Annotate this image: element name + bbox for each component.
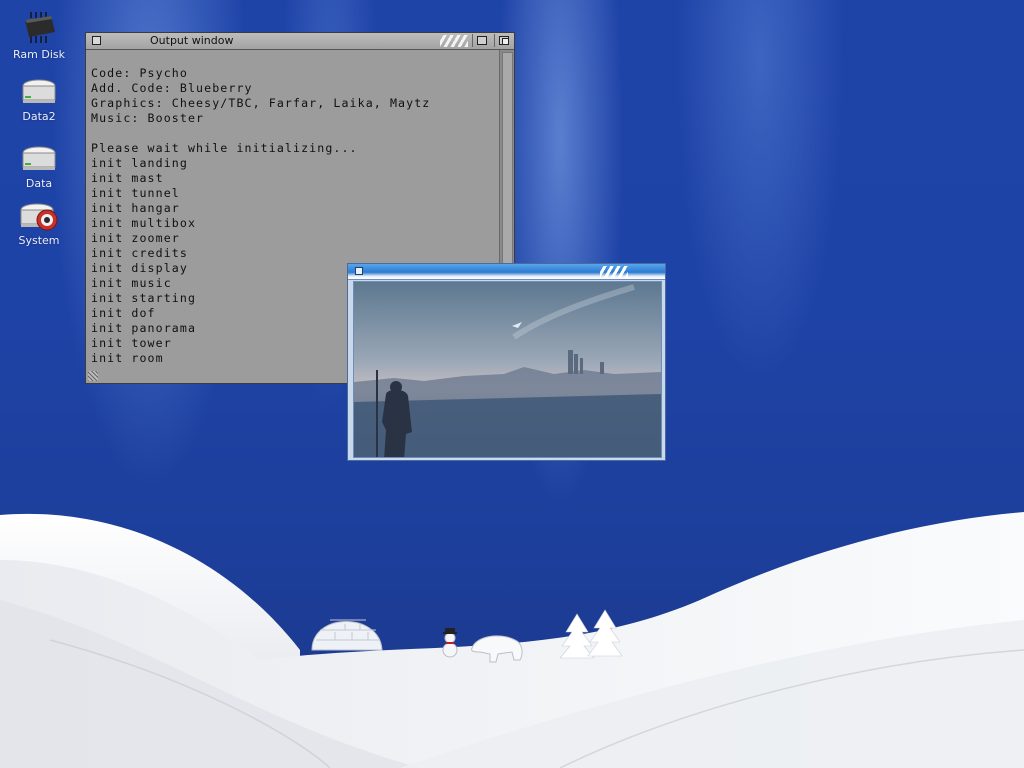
titlebar-drag-stripes bbox=[600, 266, 628, 278]
console-line: Music: Booster bbox=[91, 111, 205, 125]
console-line: Please wait while initializing... bbox=[91, 141, 358, 155]
snowman-icon bbox=[442, 628, 458, 658]
desktop-icon-label: System bbox=[18, 234, 60, 247]
console-line: Code: Psycho bbox=[91, 66, 188, 80]
window-title: Output window bbox=[150, 34, 234, 47]
hard-drive-icon bbox=[22, 79, 56, 103]
console-line: Graphics: Cheesy/TBC, Farfar, Laika, May… bbox=[91, 96, 431, 110]
desktop-icon-label: Data2 bbox=[22, 110, 56, 123]
desktop-icon-system[interactable]: System bbox=[4, 196, 74, 247]
image-window[interactable] bbox=[347, 263, 666, 461]
console-line: init zoomer bbox=[91, 231, 180, 245]
demo-scene-image bbox=[353, 281, 662, 458]
system-drive-icon bbox=[20, 203, 58, 231]
desktop-icon-data2[interactable]: Data2 bbox=[4, 72, 74, 123]
desktop: Ram Disk Data2 Data System Output window… bbox=[0, 0, 1024, 768]
zoom-window-button[interactable] bbox=[472, 34, 491, 47]
image-window-titlebar[interactable] bbox=[348, 264, 665, 280]
close-window-button[interactable] bbox=[92, 36, 101, 45]
console-line: init tunnel bbox=[91, 186, 180, 200]
memory-chip-icon bbox=[25, 12, 55, 43]
zoom-icon bbox=[477, 36, 487, 45]
titlebar-drag-stripes bbox=[440, 35, 468, 47]
console-line: init credits bbox=[91, 246, 188, 260]
depth-window-button[interactable] bbox=[494, 34, 513, 47]
console-line: init landing bbox=[91, 156, 188, 170]
desktop-icon-label: Ram Disk bbox=[13, 48, 65, 61]
console-line: Add. Code: Blueberry bbox=[91, 81, 253, 95]
output-window-titlebar[interactable]: Output window bbox=[86, 33, 514, 50]
close-window-button[interactable] bbox=[355, 267, 363, 275]
hard-drive-icon bbox=[22, 146, 56, 170]
depth-icon-front bbox=[502, 38, 509, 45]
console-line: init multibox bbox=[91, 216, 197, 230]
resize-grip[interactable] bbox=[88, 371, 98, 381]
desktop-icon-label: Data bbox=[25, 177, 53, 190]
desktop-icon-data[interactable]: Data bbox=[4, 139, 74, 190]
desktop-icon-ram-disk[interactable]: Ram Disk bbox=[4, 10, 74, 61]
console-line: init mast bbox=[91, 171, 164, 185]
igloo-icon bbox=[311, 619, 383, 651]
console-line: init hangar bbox=[91, 201, 180, 215]
